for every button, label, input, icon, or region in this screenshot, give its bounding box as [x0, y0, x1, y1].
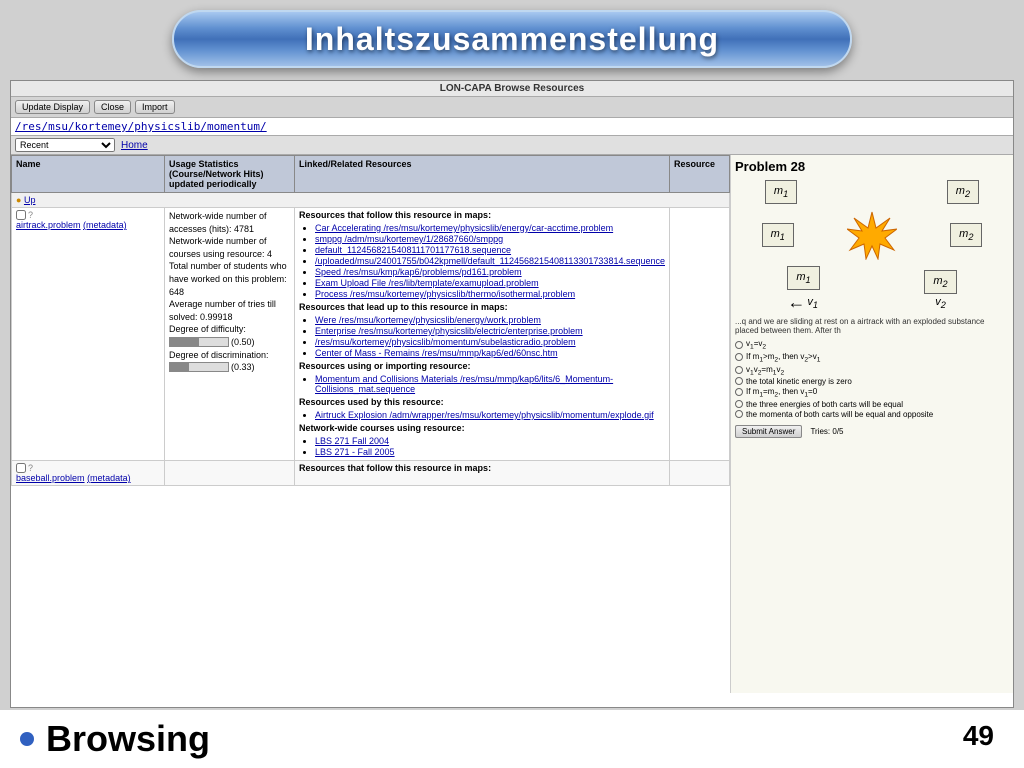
- linked-process-link[interactable]: Process /res/msu/kortemey/physicslib/the…: [315, 289, 575, 299]
- title-bar: Inhaltszusammenstellung: [172, 10, 852, 68]
- lead-enterprise-link[interactable]: Enterprise /res/msu/kortemey/physicslib/…: [315, 326, 583, 336]
- col-usage: Usage Statistics (Course/Network Hits) u…: [165, 156, 295, 193]
- linked-speed-link[interactable]: Speed /res/msu/kmp/kap6/problems/pd161.p…: [315, 267, 522, 277]
- radio-circle-6[interactable]: [735, 400, 743, 408]
- baseball-stats-cell: [165, 461, 295, 486]
- radio-option-2: If m1>m2, then v2>v1: [735, 352, 1009, 364]
- col-linked: Linked/Related Resources: [295, 156, 670, 193]
- submit-answer-button[interactable]: Submit Answer: [735, 425, 802, 438]
- submit-row: Submit Answer Tries: 0/5: [735, 425, 1009, 438]
- airtrack-linked-cell: Resources that follow this resource in m…: [295, 208, 670, 461]
- table-row-baseball: ? baseball.problem (metadata) Resources …: [12, 461, 730, 486]
- radio-option-4: the total kinetic energy is zero: [735, 377, 1009, 386]
- browser-toolbar: Update Display Close Import: [11, 97, 1013, 118]
- path-link[interactable]: /res/msu/kortemey/physicslib/momentum/: [15, 120, 267, 133]
- airtrack-stats-cell: Network-wide number of accesses (hits): …: [165, 208, 295, 461]
- using-momentum-link[interactable]: Momentum and Collisions Materials /res/m…: [315, 374, 613, 394]
- content-area: Name Usage Statistics (Course/Network Hi…: [11, 155, 1013, 693]
- radio-circle-1[interactable]: [735, 341, 743, 349]
- baseball-metadata-link[interactable]: (metadata): [87, 473, 131, 483]
- update-display-button[interactable]: Update Display: [15, 100, 90, 114]
- airtrack-problem-link[interactable]: airtrack.problem: [16, 220, 81, 230]
- bullet-icon: [20, 732, 34, 746]
- baseball-linked-cell: Resources that follow this resource in m…: [295, 461, 670, 486]
- course-lbs-2004-link[interactable]: LBS 271 Fall 2004: [315, 436, 389, 446]
- right-panel: Problem 28 m1 m2 m1 m2: [731, 155, 1013, 693]
- baseball-problem-link[interactable]: baseball.problem: [16, 473, 85, 483]
- airtrack-stats-text: Network-wide number of accesses (hits): …: [169, 210, 290, 374]
- page-number: 49: [963, 720, 994, 752]
- v2-label: v2: [924, 296, 956, 310]
- radio-circle-5[interactable]: [735, 388, 743, 396]
- left-panel: Name Usage Statistics (Course/Network Hi…: [11, 155, 731, 693]
- m1-box-3: m1: [787, 266, 819, 290]
- close-button[interactable]: Close: [94, 100, 131, 114]
- radio-option-1: v1=v2: [735, 339, 1009, 351]
- problem-title: Problem 28: [735, 159, 1009, 174]
- browser-window: LON-CAPA Browse Resources Update Display…: [10, 80, 1014, 708]
- m2-box-2: m2: [950, 223, 982, 247]
- lead-centerofmass-link[interactable]: Center of Mass - Remains /res/msu/mmp/ka…: [315, 348, 558, 358]
- m1-box-2: m1: [762, 223, 794, 247]
- table-row-airtrack: ? airtrack.problem (metadata) Network-wi…: [12, 208, 730, 461]
- course-lbs-2005-link[interactable]: LBS 271 - Fall 2005: [315, 447, 395, 457]
- radio-circle-7[interactable]: [735, 410, 743, 418]
- airtrack-resource-cell: [670, 208, 730, 461]
- linked-uploaded-link[interactable]: /uploaded/msu/24001755/b042kpmell/defaul…: [315, 256, 665, 266]
- arrow-left-icon: ←: [787, 292, 805, 313]
- airtrack-metadata-link[interactable]: (metadata): [83, 220, 127, 230]
- resources-table: Name Usage Statistics (Course/Network Hi…: [11, 155, 730, 486]
- used-airtruck-link[interactable]: Airtruck Explosion /adm/wrapper/res/msu/…: [315, 410, 654, 420]
- v1-label: v1: [807, 296, 818, 310]
- linked-smppg-link[interactable]: smppg /adm/msu/kortemey/1/28687660/smppg: [315, 234, 503, 244]
- linked-exam-link[interactable]: Exam Upload File /res/lib/template/examu…: [315, 278, 539, 288]
- baseball-checkbox[interactable]: [16, 463, 26, 473]
- explosion-icon: [847, 210, 897, 260]
- radio-circle-4[interactable]: [735, 377, 743, 385]
- airtrack-checkbox[interactable]: [16, 210, 26, 220]
- radio-option-6: the three energies of both carts will be…: [735, 400, 1009, 409]
- radio-option-5: If m1=m2, then v1=0: [735, 387, 1009, 399]
- linked-default1-link[interactable]: default_1124568215408111701177618.sequen…: [315, 245, 511, 255]
- radio-circle-2[interactable]: [735, 353, 743, 361]
- m1-box-1: m1: [765, 180, 797, 204]
- slide-title: Inhaltszusammenstellung: [305, 21, 719, 58]
- m2-box-3: m2: [924, 270, 956, 294]
- bottom-bar: Browsing 49: [0, 710, 1024, 768]
- baseball-resource-cell: [670, 461, 730, 486]
- problem-description: ...q and we are sliding at rest on a air…: [735, 317, 1009, 335]
- col-resource: Resource: [670, 156, 730, 193]
- radio-options: v1=v2 If m1>m2, then v2>v1 v1v2=m1v2 the…: [735, 339, 1009, 418]
- radio-circle-3[interactable]: [735, 366, 743, 374]
- radio-option-7: the momenta of both carts will be equal …: [735, 410, 1009, 419]
- loncapa-header: LON-CAPA Browse Resources: [11, 81, 1013, 97]
- tries-label: Tries: 0/5: [810, 427, 843, 436]
- baseball-name-cell: ? baseball.problem (metadata): [12, 461, 165, 486]
- home-link[interactable]: Home: [121, 140, 148, 151]
- up-link[interactable]: Up: [24, 195, 36, 205]
- col-name: Name: [12, 156, 165, 193]
- lead-were-link[interactable]: Were /res/msu/kortemey/physicslib/energy…: [315, 315, 541, 325]
- import-button[interactable]: Import: [135, 100, 175, 114]
- airtrack-name-cell: ? airtrack.problem (metadata): [12, 208, 165, 461]
- diagram3: m1 ← v1 m2 v2: [735, 266, 1009, 313]
- browsing-label: Browsing: [46, 718, 210, 760]
- recent-dropdown[interactable]: Recent: [15, 138, 115, 152]
- table-row-up: ● Up: [12, 193, 730, 208]
- lead-subelastic-link[interactable]: /res/msu/kortemey/physicslib/momentum/su…: [315, 337, 576, 347]
- path-bar: /res/msu/kortemey/physicslib/momentum/: [11, 118, 1013, 136]
- radio-option-3: v1v2=m1v2: [735, 365, 1009, 377]
- nav-bar: Recent Home: [11, 136, 1013, 155]
- up-cell: ● Up: [12, 193, 730, 208]
- diagram1: m1 m2: [735, 180, 1009, 204]
- linked-car-link[interactable]: Car Accelerating /res/msu/kortemey/physi…: [315, 223, 613, 233]
- diagram2: m1 m2: [735, 210, 1009, 260]
- m2-box-1: m2: [947, 180, 979, 204]
